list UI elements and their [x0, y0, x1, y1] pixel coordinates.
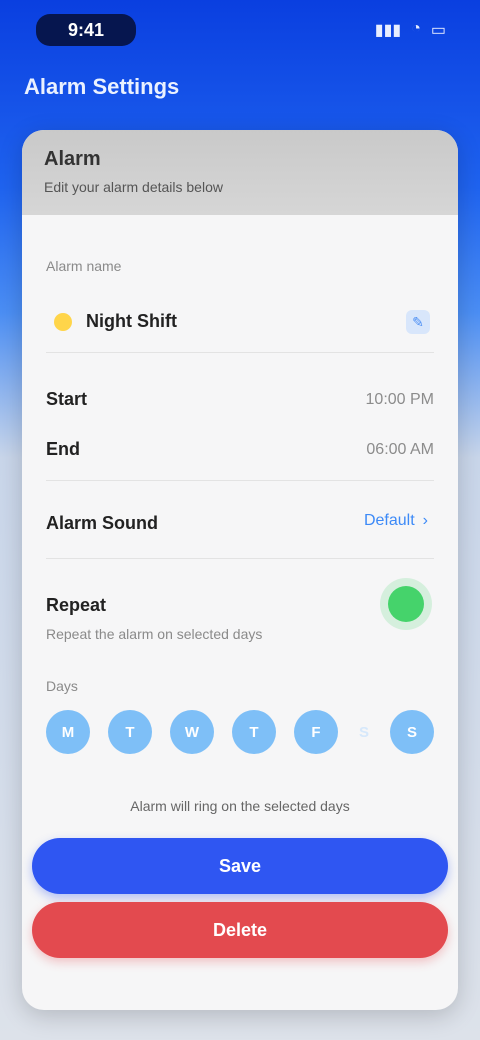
alarm-sheet: Alarm Edit your alarm details below Alar…	[22, 130, 458, 1010]
day-button-sun[interactable]: S	[390, 710, 434, 754]
signal-icon: ▮▮▮	[374, 22, 402, 39]
alarm-sound-value: Default	[363, 512, 415, 529]
page-title: Alarm Settings	[24, 74, 180, 99]
day-button-sat[interactable]: S	[356, 710, 372, 754]
day-button-mon[interactable]: M	[46, 710, 90, 754]
alarm-name-value[interactable]: Night Shift	[86, 311, 177, 332]
save-button[interactable]: Save	[32, 838, 448, 894]
divider	[46, 352, 434, 353]
day-button-wed[interactable]: W	[170, 710, 214, 754]
end-label: End	[46, 439, 80, 459]
day-selector: M T W T F S S	[46, 710, 434, 754]
status-bar: 9:41 ▮▮▮ ◔ ▭	[0, 0, 480, 60]
divider	[46, 480, 434, 481]
chevron-right-icon: ›	[422, 512, 428, 529]
wifi-icon: ◔	[411, 20, 421, 37]
day-button-thu[interactable]: T	[232, 710, 276, 754]
repeat-subtitle: Repeat the alarm on selected days	[46, 626, 263, 642]
sheet-heading: Alarm	[44, 148, 101, 170]
sheet-header: Alarm Edit your alarm details below	[22, 130, 458, 215]
alarm-sound-picker[interactable]: Default ›	[364, 512, 428, 530]
alarm-name-label: Alarm name	[46, 258, 122, 274]
days-label: Days	[46, 678, 78, 694]
start-label: Start	[46, 389, 88, 409]
edit-icon[interactable]: ✎	[406, 310, 430, 334]
end-value[interactable]: 06:00 AM	[366, 441, 434, 459]
repeat-label: Repeat	[46, 595, 107, 615]
status-time: 9:41	[36, 14, 136, 46]
day-button-tue[interactable]: T	[108, 710, 152, 754]
status-icons: ▮▮▮ ◔ ▭	[375, 20, 446, 40]
repeat-toggle[interactable]	[388, 586, 424, 622]
days-footnote: Alarm will ring on the selected days	[130, 798, 350, 814]
divider	[46, 558, 434, 559]
sheet-subtitle: Edit your alarm details below	[44, 179, 223, 195]
alarm-sound-label: Alarm Sound	[46, 513, 159, 533]
sun-icon	[54, 313, 72, 331]
battery-icon: ▭	[430, 22, 446, 39]
delete-button[interactable]: Delete	[32, 902, 448, 958]
day-button-fri[interactable]: F	[294, 710, 338, 754]
start-value[interactable]: 10:00 PM	[366, 391, 434, 409]
